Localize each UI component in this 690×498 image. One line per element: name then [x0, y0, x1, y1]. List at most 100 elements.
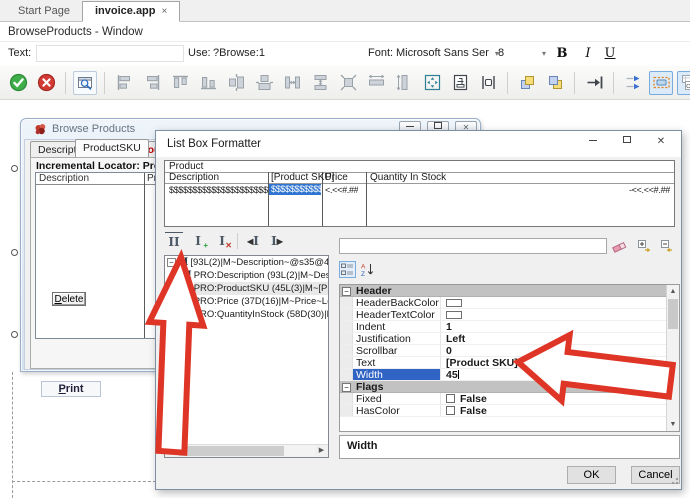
close-button[interactable]: ✕: [645, 131, 677, 153]
grid-row-justification[interactable]: JustificationLeft: [340, 333, 668, 345]
eraser-icon[interactable]: [611, 238, 628, 255]
grid-row-width[interactable]: Width45: [340, 369, 668, 381]
resize-same-height-button[interactable]: [392, 71, 416, 95]
bold-button[interactable]: B: [552, 43, 572, 63]
text-input[interactable]: [36, 45, 184, 62]
color-swatch[interactable]: [446, 311, 462, 319]
grid-row-fixed[interactable]: FixedFalse: [340, 393, 668, 405]
tab-start-page[interactable]: Start Page: [6, 2, 82, 21]
tree-root-item[interactable]: −II[93L(2)|M~Description~@s35@45L(3: [165, 256, 328, 269]
scroll-up-icon[interactable]: ▲: [667, 285, 679, 298]
move-column-left-icon[interactable]: ◀I: [244, 232, 262, 250]
use-value[interactable]: ?Browse:1: [213, 47, 265, 59]
italic-button[interactable]: I: [578, 43, 598, 63]
bring-to-front-button[interactable]: [515, 71, 539, 95]
preview-col-description-header[interactable]: Description: [169, 173, 219, 183]
align-middle-horizontal-button[interactable]: [252, 71, 276, 95]
grid-row-scrollbar[interactable]: Scrollbar0: [340, 345, 668, 357]
scroll-right-icon[interactable]: ▶: [315, 445, 328, 457]
tab-invoice-app[interactable]: invoice.app×: [82, 1, 180, 22]
preview-sample-description[interactable]: $$$$$$$$$$$$$$$$$$$$$$$$$$: [169, 185, 268, 196]
align-right-edges-button[interactable]: [140, 71, 164, 95]
checkbox[interactable]: [446, 406, 455, 415]
ok-button[interactable]: OK: [567, 466, 616, 484]
grid-category-flags[interactable]: −Flags: [340, 381, 668, 393]
scroll-left-icon[interactable]: ◀: [165, 445, 178, 457]
scrollbar-thumb[interactable]: [179, 446, 284, 456]
expand-all-icon[interactable]: [636, 238, 653, 255]
column-tree[interactable]: −II[93L(2)|M~Description~@s35@45L(3IPRO:…: [164, 255, 329, 458]
align-middle-vertical-button[interactable]: [224, 71, 248, 95]
sort-alphabetical-icon[interactable]: AZ: [359, 261, 376, 278]
selection-handle[interactable]: [11, 165, 18, 172]
property-grid[interactable]: −HeaderHeaderBackColorHeaderTextColorInd…: [339, 284, 680, 432]
collapse-icon[interactable]: −: [342, 383, 351, 392]
move-column-right-icon[interactable]: I▶: [268, 232, 286, 250]
dialog-title-bar[interactable]: List Box Formatter ✕: [156, 131, 681, 157]
column-divider[interactable]: [366, 172, 367, 226]
resize-grip[interactable]: [670, 478, 678, 486]
preview-sample-sku-selected[interactable]: $$$$$$$$$$$: [269, 184, 321, 195]
font-name-select[interactable]: Microsoft Sans Ser▾: [396, 45, 499, 62]
grid-row-indent[interactable]: Indent1: [340, 321, 668, 333]
selection-handle[interactable]: [11, 249, 18, 256]
checkbox[interactable]: [446, 394, 455, 403]
toggle-selection-outline-button[interactable]: [649, 71, 673, 95]
grid-vertical-scrollbar[interactable]: ▲ ▼: [666, 285, 679, 431]
align-left-edges-button[interactable]: [112, 71, 136, 95]
maximize-button[interactable]: [611, 131, 643, 153]
send-to-back-button[interactable]: [543, 71, 567, 95]
grid-row-headerbackcolor[interactable]: HeaderBackColor: [340, 297, 668, 309]
grid-row-hascolor[interactable]: HasColorFalse: [340, 405, 668, 417]
delete-column-icon[interactable]: I✕: [213, 232, 231, 250]
close-tab-icon[interactable]: ×: [162, 6, 168, 17]
delete-button[interactable]: Delete: [52, 292, 86, 306]
insert-column-icon[interactable]: I+: [189, 232, 207, 250]
grid-row-headertextcolor[interactable]: HeaderTextColor: [340, 309, 668, 321]
print-button[interactable]: Print: [41, 381, 101, 397]
contain-controls-button[interactable]: [448, 71, 472, 95]
listbox-preview[interactable]: Product Description [Product SKU] Price …: [164, 160, 675, 227]
collapse-all-icon[interactable]: [659, 238, 676, 255]
tree-horizontal-scrollbar[interactable]: ◀ ▶: [165, 444, 328, 457]
space-evenly-down-button[interactable]: [308, 71, 332, 95]
align-bottom-edges-button[interactable]: [196, 71, 220, 95]
accept-button[interactable]: [6, 71, 30, 95]
center-in-window-button[interactable]: [420, 71, 444, 95]
underline-button[interactable]: U: [600, 43, 620, 63]
set-tab-order-button[interactable]: [582, 71, 606, 95]
resize-same-width-button[interactable]: [364, 71, 388, 95]
color-swatch[interactable]: [446, 299, 462, 307]
font-size-select[interactable]: 8▾: [498, 45, 546, 62]
preview-col-price-header[interactable]: Price: [325, 173, 348, 183]
categorized-view-icon[interactable]: [339, 261, 356, 278]
scroll-down-icon[interactable]: ▼: [667, 418, 679, 431]
collapse-toggle-icon[interactable]: −: [167, 258, 176, 267]
space-evenly-across-button[interactable]: [280, 71, 304, 95]
preview-window-button[interactable]: [73, 71, 97, 95]
list-column-description[interactable]: Description: [39, 173, 89, 184]
preview-sample-qty[interactable]: -<<.<<#.##: [629, 185, 670, 196]
column-divider[interactable]: [268, 172, 269, 226]
preview-col-qty-header[interactable]: Quantity In Stock: [370, 173, 446, 183]
collapse-icon[interactable]: −: [342, 287, 351, 296]
minimize-button[interactable]: [577, 131, 609, 153]
scrollbar-thumb[interactable]: [668, 299, 678, 329]
tree-column-item[interactable]: IPRO:ProductSKU (45L(3)|M~[Pro: [165, 282, 328, 295]
equal-spacing-button[interactable]: [476, 71, 500, 95]
property-filter-input[interactable]: [339, 238, 607, 254]
column-properties-icon[interactable]: II: [165, 232, 183, 250]
tab-productsku[interactable]: ProductSKU: [75, 139, 149, 157]
selection-handle[interactable]: [11, 331, 18, 338]
cancel-button[interactable]: [34, 71, 58, 95]
tree-column-item[interactable]: IPRO:QuantityInStock (58D(30)|M: [165, 308, 328, 321]
tree-column-item[interactable]: IPRO:Description (93L(2)|M~Desc: [165, 269, 328, 282]
grid-category-header[interactable]: −Header: [340, 285, 668, 297]
align-top-edges-button[interactable]: [168, 71, 192, 95]
flow-order-button[interactable]: [621, 71, 645, 95]
resize-same-size-button[interactable]: [336, 71, 360, 95]
tree-column-item[interactable]: IPRO:Price (37D(16)|M~Price~L(2: [165, 295, 328, 308]
toggle-cancel-overlay-button[interactable]: Can: [677, 71, 690, 95]
grid-row-text[interactable]: Text[Product SKU]: [340, 357, 668, 369]
preview-sample-price[interactable]: <.<<#.##: [325, 185, 358, 196]
